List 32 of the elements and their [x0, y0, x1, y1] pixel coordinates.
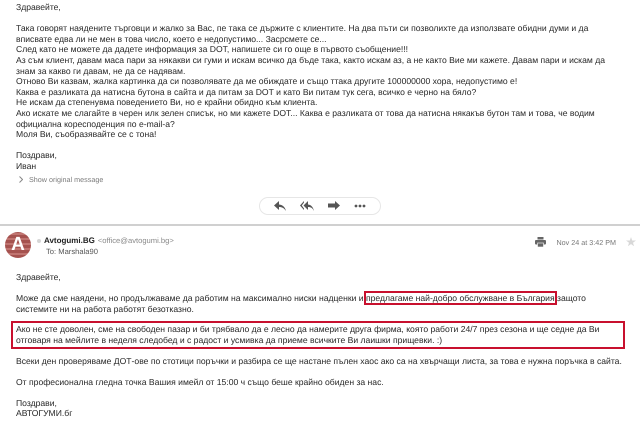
reply-icon [274, 201, 286, 212]
more-button[interactable] [354, 204, 366, 208]
message-text: Може да сме наядени, но продължаваме да работим на максимално ниски надценки и предлагаме най-добро обслужване в България защото системите ни на работа работят безотказно. [16, 292, 587, 314]
message-text: Така говорят наядените търговци и жалко за Вас, пе така се държите с клиентите. На два пъти си позволихте да използвате обидни думи и да вписвате едва ли не мен в това число, което е недопустимо... Засрсмете се... [16, 23, 590, 44]
message-text: Ако искате ме слагайте в черен илк зелен списък, но ми кажете DOT... Каква е разликата от това да натисна някакъв бутон там и това, че водим официална коресподенция по e-mail-a? [16, 108, 596, 130]
message-text: Всеки ден проверяваме ДОТ-ове по стотици поръчки и разбира се ще настане пълен хаос ако са на хвърчащи листа, за това е нужна поръчка в сайта. [16, 356, 622, 367]
star-icon[interactable] [626, 237, 636, 248]
signoff-text: Поздрави, [16, 398, 58, 408]
signoff-text: Иван [16, 160, 38, 172]
reply-all-button[interactable] [300, 201, 314, 212]
greeting-text: Здравейте, [16, 272, 61, 282]
more-icon [354, 204, 366, 208]
message-text: Не искам да степенувма поведението Ви, но е крайни обидно към клиента. [16, 97, 318, 108]
forward-button[interactable] [328, 201, 340, 212]
forward-icon [328, 201, 340, 212]
message-text: Аз съм клиент, давам маса пари за някакви си гуми и искам всичко да бъде така, както искам аз, а не както Вие ми кажете. Давам пари и искам да знам за какво ги давам, не да се надявам. [16, 54, 606, 76]
reply-button[interactable] [274, 201, 286, 212]
signoff-text: Поздрави, [16, 150, 58, 161]
status-dot-icon [37, 238, 41, 243]
message-text: След като не можете да дадете информация за DOT, напишете си го още в първото съобщение!!! [16, 44, 410, 55]
greeting-text: Здравейте, [16, 2, 61, 12]
signoff-text: АВТОГУМИ.бг [16, 408, 74, 420]
message-text: Отново Ви казвам, жалка картинка да си позволявате да ме обиждате и също ттака другите 100000000 хора, недопустимо е! [16, 76, 518, 87]
print-icon[interactable] [535, 237, 546, 248]
avatar: A [5, 232, 31, 258]
message-text: Каква е разликата да натисна бутона в сайта и да питам за DOT и като Ви питам тук сега, всичко е черно на бяло? [16, 86, 478, 98]
sender-name: Avtogumi.BG [44, 236, 95, 246]
chevron-icon [19, 176, 23, 184]
message-text: Ако не сте доволен, сме на свободен пазар и би трябвало да е лесно да намерите друга фирма, която работи 24/7 през сезона и ще седне да Ви отговаря на мейлите в неделя следобед и с радост и усмивка да приеме всичките Ви лаишки прищевки. :) [14, 324, 622, 346]
reply-all-icon [300, 201, 314, 212]
message-text: От професионална гледна точка Вашия имейл от 15:00 ч също беше крайно обиден за нас. [16, 376, 385, 388]
message-text: Моля Ви, съобразявайте се с тона! [16, 129, 158, 140]
